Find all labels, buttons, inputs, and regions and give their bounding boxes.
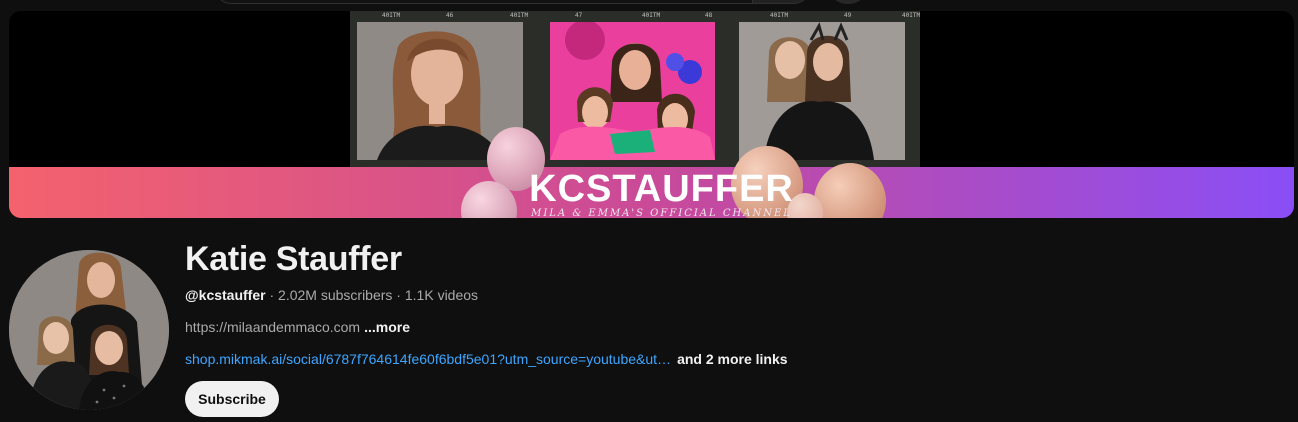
channel-avatar[interactable] [9,250,169,410]
banner-photo-pink [550,22,715,160]
description-text: https://milaandemmaco.com [185,319,361,335]
frame-number: 49 [844,12,852,19]
channel-description[interactable]: https://milaandemmaco.com ...more [185,319,410,335]
channel-banner: 40ITM 46 40ITM 47 40ITM 48 40ITM 49 40IT… [9,11,1294,218]
search-button[interactable] [752,0,810,4]
banner-photo-girls [739,22,905,160]
search-bar[interactable] [215,0,775,4]
subscribe-button[interactable]: Subscribe [185,381,279,417]
film-strip: 40ITM 46 40ITM 47 40ITM 48 40ITM 49 40IT… [350,11,920,171]
description-more-button[interactable]: ...more [364,319,410,335]
meta-separator: · [265,287,279,303]
banner-brand-subtitle: MILA & EMMA'S OFFICIAL CHANNEL [531,208,792,218]
subscriber-count: 2.02M subscribers [278,287,393,303]
channel-meta: @kcstauffer · 2.02M subscribers · 1.1K v… [185,287,478,303]
frame-number: 40ITM [382,12,401,19]
channel-links: shop.mikmak.ai/social/6787f764614fe60f6b… [185,351,788,367]
banner-brand-title: KCSTAUFFER [529,168,794,210]
channel-name: Katie Stauffer [185,240,402,278]
channel-link[interactable]: shop.mikmak.ai/social/6787f764614fe60f6b… [185,351,671,367]
frame-number: 46 [446,12,454,19]
frame-number: 40ITM [642,12,661,19]
frame-number: 48 [705,12,713,19]
voice-search-icon[interactable] [833,0,863,4]
video-count: 1.1K videos [404,287,479,303]
meta-separator: · [392,287,405,303]
channel-handle: @kcstauffer [185,287,266,303]
frame-number: 40ITM [902,12,921,19]
frame-number: 40ITM [770,12,789,19]
frame-number: 47 [575,12,583,19]
more-links-button[interactable]: and 2 more links [677,351,787,367]
frame-number: 40ITM [510,12,529,19]
